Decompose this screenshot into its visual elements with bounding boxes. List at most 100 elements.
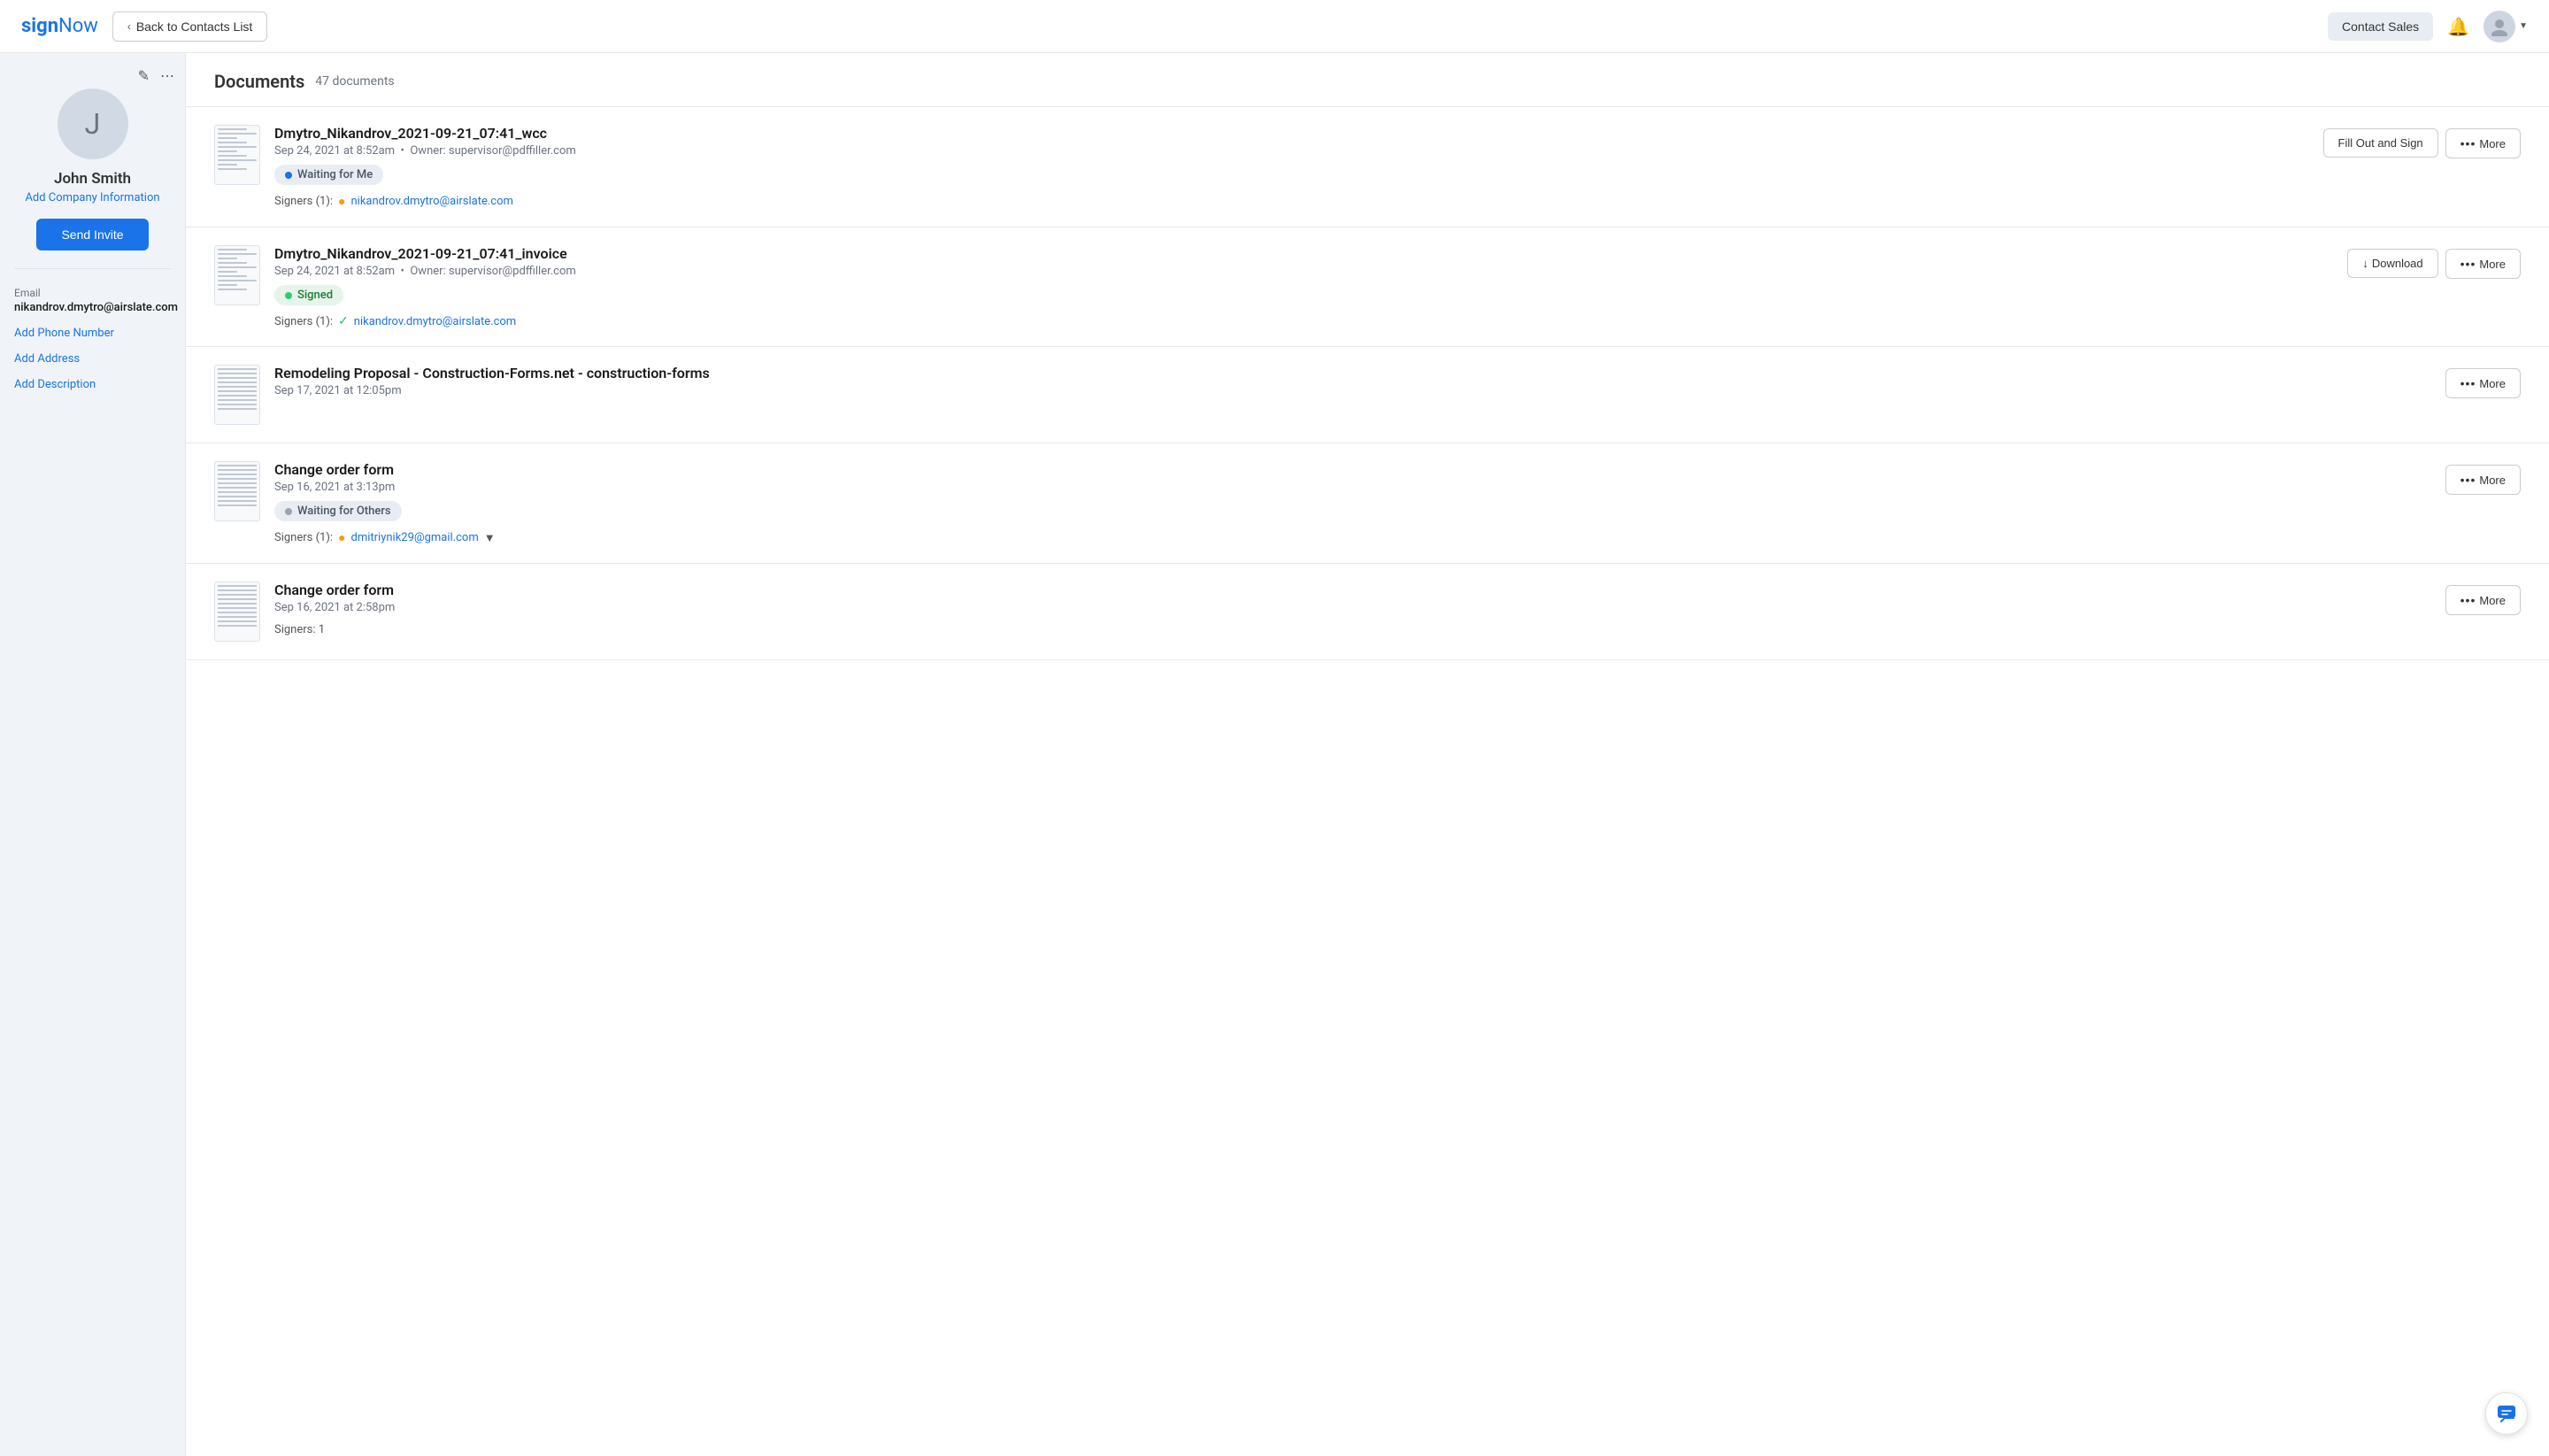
contact-avatar: J <box>58 89 128 159</box>
doc-content: Change order form Sep 16, 2021 at 3:13pm… <box>274 461 2431 545</box>
user-avatar-dropdown[interactable]: ▼ <box>2484 11 2528 42</box>
more-label: More <box>2479 137 2506 150</box>
more-options-button[interactable]: ⋯ <box>160 67 174 85</box>
more-button[interactable]: ••• More <box>2445 128 2521 158</box>
signers-label: Signers (1): <box>274 195 333 208</box>
doc-thumbnail <box>214 365 260 425</box>
doc-meta: Sep 16, 2021 at 2:58pm <box>274 601 2431 614</box>
contact-sales-button[interactable]: Contact Sales <box>2328 12 2433 41</box>
more-button[interactable]: ••• More <box>2445 465 2521 495</box>
signer-email[interactable]: nikandrov.dmytro@airslate.com <box>351 195 513 208</box>
more-label: More <box>2479 377 2506 390</box>
doc-thumbnail <box>214 461 260 521</box>
doc-actions: Fill Out and Sign ••• More <box>2323 128 2521 158</box>
signers-info: Signers: 1 <box>274 623 2431 636</box>
logo-now: Now <box>58 15 98 37</box>
add-phone-link[interactable]: Add Phone Number <box>14 327 171 340</box>
sidebar-actions: ✎ ⋯ <box>138 67 174 85</box>
edit-contact-button[interactable]: ✎ <box>138 67 150 85</box>
table-row: Dmytro_Nikandrov_2021-09-21_07:41_wcc Se… <box>186 107 2549 227</box>
more-label: More <box>2479 474 2506 487</box>
status-badge: Signed <box>274 285 343 305</box>
signer-email[interactable]: dmitriynik29@gmail.com <box>351 531 479 544</box>
doc-actions: ••• More <box>2445 585 2521 615</box>
signer-email[interactable]: nikandrov.dmytro@airslate.com <box>354 315 516 328</box>
download-label: Download <box>2372 257 2423 270</box>
more-dots-icon: ••• <box>2460 473 2476 487</box>
doc-name: Change order form <box>274 582 2431 598</box>
badge-dot-icon <box>285 172 292 179</box>
add-company-link[interactable]: Add Company Information <box>25 191 159 204</box>
table-row: Change order form Sep 16, 2021 at 3:13pm… <box>186 443 2549 564</box>
download-button[interactable]: ↓ Download <box>2347 249 2437 278</box>
chevron-left-icon: ‹ <box>127 20 131 33</box>
more-button[interactable]: ••• More <box>2445 249 2521 279</box>
signer-status-icon: ✓ <box>338 314 349 328</box>
signers-label: Signers (1): <box>274 315 333 328</box>
badge-label: Signed <box>297 289 333 302</box>
doc-actions: ••• More <box>2445 465 2521 495</box>
doc-content: Change order form Sep 16, 2021 at 2:58pm… <box>274 582 2431 636</box>
main-layout: ✎ ⋯ J John Smith Add Company Information… <box>0 53 2549 1456</box>
send-invite-button[interactable]: Send Invite <box>36 219 148 250</box>
doc-meta: Sep 24, 2021 at 8:52am • Owner: supervis… <box>274 144 2309 158</box>
documents-header: Documents 47 documents <box>186 53 2549 107</box>
table-row: Remodeling Proposal - Construction-Forms… <box>186 347 2549 443</box>
badge-label: Waiting for Me <box>297 168 373 181</box>
doc-name: Change order form <box>274 461 2431 478</box>
back-button-label: Back to Contacts List <box>136 19 253 34</box>
doc-name: Dmytro_Nikandrov_2021-09-21_07:41_wcc <box>274 125 2309 142</box>
doc-name: Dmytro_Nikandrov_2021-09-21_07:41_invoic… <box>274 245 2333 262</box>
chat-bubble-button[interactable] <box>2485 1392 2528 1435</box>
more-label: More <box>2479 594 2506 607</box>
back-to-contacts-button[interactable]: ‹ Back to Contacts List <box>112 12 268 42</box>
doc-thumbnail <box>214 582 260 642</box>
app-header: signNow ‹ Back to Contacts List Contact … <box>0 0 2549 53</box>
add-description-link[interactable]: Add Description <box>14 378 171 391</box>
badge-label: Waiting for Others <box>297 505 391 518</box>
badge-dot-icon <box>285 292 292 299</box>
fill-out-sign-button[interactable]: Fill Out and Sign <box>2323 128 2438 158</box>
contact-name: John Smith <box>54 170 131 188</box>
doc-meta: Sep 16, 2021 at 3:13pm <box>274 481 2431 494</box>
contact-sidebar: ✎ ⋯ J John Smith Add Company Information… <box>0 53 186 1456</box>
table-row: Dmytro_Nikandrov_2021-09-21_07:41_invoic… <box>186 227 2549 347</box>
signer-status-icon: ● <box>338 194 345 209</box>
doc-thumbnail <box>214 125 260 185</box>
signers-label: Signers (1): <box>274 531 333 544</box>
sidebar-divider <box>14 268 171 269</box>
doc-thumbnail <box>214 245 260 305</box>
email-value: nikandrov.dmytro@airslate.com <box>14 301 171 314</box>
badge-dot-icon <box>285 508 292 515</box>
signers-info: Signers (1): ● nikandrov.dmytro@airslate… <box>274 194 2309 209</box>
more-button[interactable]: ••• More <box>2445 585 2521 615</box>
doc-actions: ••• More <box>2445 368 2521 398</box>
signers-info: Signers (1): ✓ nikandrov.dmytro@airslate… <box>274 314 2333 328</box>
contact-initial: J <box>85 107 101 141</box>
logo: signNow <box>21 15 98 37</box>
signers-label: Signers: 1 <box>274 623 325 636</box>
doc-actions: ↓ Download ••• More <box>2347 249 2521 279</box>
header-left: signNow ‹ Back to Contacts List <box>21 12 267 42</box>
more-dots-icon: ••• <box>2460 136 2476 150</box>
add-address-link[interactable]: Add Address <box>14 352 171 366</box>
avatar <box>2484 11 2515 42</box>
more-label: More <box>2479 258 2506 271</box>
doc-content: Remodeling Proposal - Construction-Forms… <box>274 365 2431 397</box>
more-dots-icon: ••• <box>2460 376 2476 390</box>
notification-bell-icon[interactable]: 🔔 <box>2447 16 2469 37</box>
main-content: Documents 47 documents <box>186 53 2549 1456</box>
logo-sign: sign <box>21 15 58 37</box>
more-button[interactable]: ••• More <box>2445 368 2521 398</box>
signers-info: Signers (1): ● dmitriynik29@gmail.com ▼ <box>274 530 2431 545</box>
signer-dropdown-icon[interactable]: ▼ <box>484 531 496 545</box>
doc-meta: Sep 24, 2021 at 8:52am • Owner: supervis… <box>274 265 2333 278</box>
more-dots-icon: ••• <box>2460 257 2476 271</box>
documents-title: Documents <box>214 71 304 92</box>
documents-count: 47 documents <box>315 74 394 89</box>
doc-content: Dmytro_Nikandrov_2021-09-21_07:41_invoic… <box>274 245 2333 328</box>
table-row: Change order form Sep 16, 2021 at 2:58pm… <box>186 564 2549 660</box>
contact-info: Email nikandrov.dmytro@airslate.com Add … <box>14 287 171 391</box>
more-dots-icon: ••• <box>2460 593 2476 607</box>
chevron-down-icon: ▼ <box>2519 21 2528 31</box>
